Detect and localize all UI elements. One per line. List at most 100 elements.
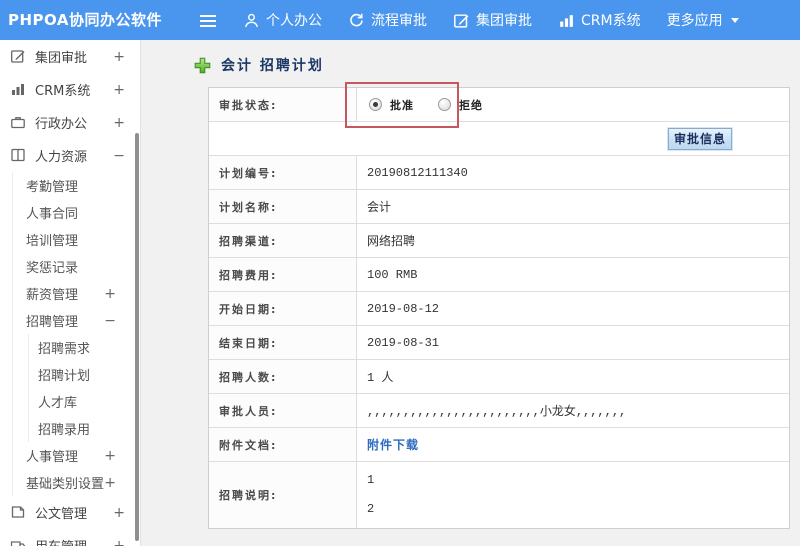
expand-plus-icon[interactable]: + — [113, 49, 125, 65]
field-value: 2019-08-12 — [367, 301, 440, 316]
caret-down-icon — [730, 18, 739, 27]
expand-plus-icon[interactable]: + — [113, 82, 125, 98]
book-icon — [10, 147, 27, 164]
sidebar-item-recruit-plan[interactable]: 招聘计划 — [29, 361, 140, 388]
field-value: 1 2 — [357, 462, 789, 528]
sidebar-item-label: 招聘管理 — [26, 315, 79, 330]
field-value: ,,,,,,,,,,,,,,,,,,,,,,,,小龙女,,,,,,, — [367, 405, 627, 419]
desc-line: 2 — [367, 502, 375, 516]
nav-item-label: CRM系统 — [581, 13, 641, 29]
expand-plus-icon[interactable]: + — [113, 505, 125, 521]
field-value: 2019-08-31 — [367, 335, 440, 350]
expand-plus-icon[interactable]: + — [104, 448, 116, 464]
sidebar-item-recruit-mgmt[interactable]: 招聘管理 − — [13, 307, 140, 334]
sidebar-item-label: 招聘录用 — [38, 423, 91, 438]
attachment-download-link[interactable]: 附件下载 — [367, 436, 419, 453]
field-value: 会计 — [367, 201, 392, 215]
top-bar: PHPOA协同办公软件 个人办公 流程审批 集团审批 CRM系统 更多应用 — [0, 0, 800, 40]
edit-icon — [453, 12, 470, 29]
sidebar-item-talent-pool[interactable]: 人才库 — [29, 388, 140, 415]
row-attachment: 附件文档: 附件下载 — [209, 428, 789, 462]
app-window: PHPOA协同办公软件 个人办公 流程审批 集团审批 CRM系统 更多应用 集团… — [0, 0, 800, 546]
field-label: 审批状态: — [209, 88, 357, 121]
field-label: 招聘渠道: — [209, 224, 357, 257]
sidebar-item-rewards[interactable]: 奖惩记录 — [13, 253, 140, 280]
refresh-icon — [348, 12, 365, 29]
collapse-minus-icon[interactable]: − — [104, 313, 116, 329]
sidebar-item-base-category[interactable]: 基础类别设置 + — [13, 469, 140, 496]
sidebar-item-hr[interactable]: 人力资源 − — [0, 139, 140, 172]
field-value: 100 RMB — [367, 267, 418, 282]
field-label: 计划名称: — [209, 190, 357, 223]
sidebar-item-label: 用车管理 — [35, 536, 87, 546]
row-plan-name: 计划名称: 会计 — [209, 190, 789, 224]
edit-icon — [10, 48, 27, 65]
main-content: 会计 招聘计划 审批状态: 批准 拒绝 审批信息 计划编号: 201908121… — [141, 40, 800, 546]
sidebar-item-label: 人才库 — [38, 396, 78, 411]
green-plus-icon — [194, 57, 211, 74]
sidebar-item-attendance[interactable]: 考勤管理 — [13, 172, 140, 199]
nav-item-label: 集团审批 — [476, 13, 532, 29]
field-value: 网络招聘 — [367, 235, 416, 249]
field-label: 开始日期: — [209, 292, 357, 325]
top-nav: 个人办公 流程审批 集团审批 CRM系统 更多应用 — [243, 0, 765, 40]
sidebar-item-label: 薪资管理 — [26, 288, 79, 303]
field-label: 附件文档: — [209, 428, 357, 461]
sidebar-item-recruit-hire[interactable]: 招聘录用 — [29, 415, 140, 442]
sidebar-item-personnel-mgmt[interactable]: 人事管理 + — [13, 442, 140, 469]
sidebar-item-label: 行政办公 — [35, 117, 88, 132]
approval-info-button[interactable]: 审批信息 — [668, 127, 732, 150]
sidebar-item-group-approval[interactable]: 集团审批 + — [0, 40, 140, 73]
row-plan-no: 计划编号: 20190812111340 — [209, 156, 789, 190]
field-label: 结束日期: — [209, 326, 357, 359]
expand-plus-icon[interactable]: + — [113, 115, 125, 131]
expand-plus-icon[interactable]: + — [104, 286, 116, 302]
field-label: 审批人员: — [209, 394, 357, 427]
nav-item-group-approval[interactable]: 集团审批 — [453, 10, 532, 30]
sidebar-item-label: 公文管理 — [35, 507, 88, 522]
sidebar-item-vehicle[interactable]: 用车管理 + — [0, 529, 140, 546]
recruit-submenu: 招聘需求 招聘计划 人才库 招聘录用 — [28, 334, 140, 442]
row-approval-status: 审批状态: 批准 拒绝 — [209, 88, 789, 122]
nav-item-personal-office[interactable]: 个人办公 — [243, 10, 322, 30]
sidebar-item-label: 考勤管理 — [26, 180, 79, 195]
nav-item-more-apps[interactable]: 更多应用 — [667, 10, 739, 30]
field-label: 招聘人数: — [209, 360, 357, 393]
app-title: PHPOA协同办公软件 — [8, 11, 162, 29]
expand-plus-icon[interactable]: + — [104, 475, 116, 491]
row-recruit-count: 招聘人数: 1 人 — [209, 360, 789, 394]
sidebar-item-hr-contract[interactable]: 人事合同 — [13, 199, 140, 226]
nav-item-label: 个人办公 — [266, 13, 322, 29]
hr-submenu: 考勤管理 人事合同 培训管理 奖惩记录 薪资管理 + 招聘管理 − 招聘需求 招… — [12, 172, 140, 496]
chart-icon — [558, 12, 575, 29]
person-icon — [243, 12, 260, 29]
sidebar-item-recruit-demand[interactable]: 招聘需求 — [29, 334, 140, 361]
recruit-plan-form: 审批状态: 批准 拒绝 审批信息 计划编号: 20190812111340 计划… — [208, 87, 790, 529]
row-recruit-desc: 招聘说明: 1 2 — [209, 462, 789, 528]
hamburger-menu-icon[interactable] — [200, 12, 218, 28]
collapse-minus-icon[interactable]: − — [113, 148, 125, 164]
desc-line: 1 — [367, 473, 375, 487]
page-title: 会计 招聘计划 — [194, 55, 324, 75]
nav-item-crm[interactable]: CRM系统 — [558, 10, 641, 30]
page-title-text: 会计 招聘计划 — [221, 58, 324, 74]
sidebar-item-training[interactable]: 培训管理 — [13, 226, 140, 253]
sidebar-item-salary[interactable]: 薪资管理 + — [13, 280, 140, 307]
sidebar-item-crm[interactable]: CRM系统 + — [0, 73, 140, 106]
field-value: 1 人 — [367, 371, 394, 385]
reject-radio[interactable] — [438, 98, 451, 111]
expand-plus-icon[interactable]: + — [113, 538, 125, 546]
row-recruit-channel: 招聘渠道: 网络招聘 — [209, 224, 789, 258]
sidebar-item-label: 集团审批 — [35, 51, 88, 66]
approve-radio[interactable] — [369, 98, 382, 111]
reject-label: 拒绝 — [459, 98, 483, 112]
nav-item-workflow-approval[interactable]: 流程审批 — [348, 10, 427, 30]
nav-item-label: 更多应用 — [666, 13, 723, 29]
sidebar-item-official-doc[interactable]: 公文管理 + — [0, 496, 140, 529]
approval-status-options: 批准 拒绝 — [357, 88, 789, 121]
approve-option: 批准 — [369, 97, 414, 113]
sidebar-item-admin-office[interactable]: 行政办公 + — [0, 106, 140, 139]
briefcase-icon — [10, 114, 27, 131]
nav-item-label: 流程审批 — [371, 13, 427, 29]
sidebar-scrollbar[interactable] — [135, 133, 139, 541]
